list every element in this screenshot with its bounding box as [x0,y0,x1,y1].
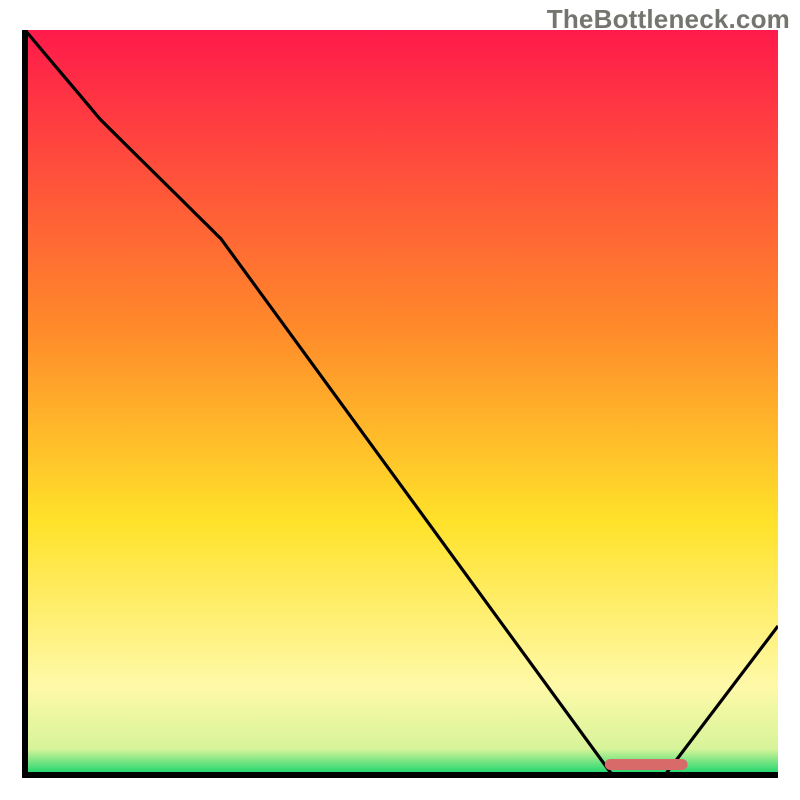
bottleneck-range-marker [605,759,688,770]
gradient-background [25,30,778,775]
bottleneck-line-chart [22,30,778,778]
chart-frame: TheBottleneck.com [0,0,800,800]
plot-area [22,30,778,778]
